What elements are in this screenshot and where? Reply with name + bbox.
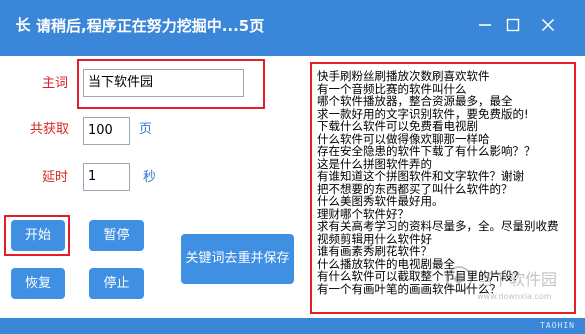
delay-input[interactable]: 1 bbox=[83, 163, 130, 191]
maximize-icon[interactable] bbox=[502, 14, 524, 36]
result-line: 什么美图秀软件最好用。 bbox=[317, 195, 444, 208]
dedupe-save-button[interactable]: 关键词去重并保存 bbox=[181, 234, 294, 284]
result-line: 哪个软件播放器，整合资源最多，最全 bbox=[317, 95, 513, 108]
result-line: 快手刷粉丝刷播放次数刷喜欢软件 bbox=[317, 70, 490, 83]
count-unit: 页 bbox=[139, 122, 153, 137]
pause-button[interactable]: 暂停 bbox=[89, 220, 144, 251]
result-line: 求一款好用的文字识别软件，要免费版的! bbox=[317, 107, 529, 120]
count-label: 共获取 bbox=[30, 122, 70, 137]
result-line: 有谁知道这个拼图软件和文字软件？谢谢 bbox=[317, 170, 524, 183]
delay-unit: 秒 bbox=[143, 170, 157, 185]
result-line: 求有关高考学习的资料尽量多，全。尽量别收费 bbox=[317, 220, 559, 233]
result-line: 理财哪个软件好？ bbox=[317, 207, 409, 220]
title-bar[interactable]: 长 请稍后,程序正在努力挖掘中...5页 bbox=[0, 0, 585, 56]
resume-button[interactable]: 恢复 bbox=[11, 268, 65, 299]
result-line: 有什么软件可以截取整个节目里的片段？ bbox=[317, 270, 524, 283]
count-input[interactable]: 100 bbox=[83, 117, 130, 145]
keyword-label: 主词 bbox=[42, 76, 69, 91]
result-line: 谁有画素秀刷花软件？ bbox=[317, 245, 432, 258]
status-tag: TAOHIN bbox=[540, 321, 575, 330]
result-line: 有一个有画叶笔的画画软件叫什么？ bbox=[317, 282, 501, 295]
close-icon[interactable] bbox=[537, 14, 559, 36]
keyword-input[interactable]: 当下软件园 bbox=[83, 69, 244, 97]
minimize-icon[interactable] bbox=[474, 14, 496, 36]
result-line: 什么软件可以做得像欢聊那一样哈 bbox=[317, 132, 490, 145]
result-line: 有一个音频比赛的软件叫什么 bbox=[317, 82, 467, 95]
status-bar: TAOHIN bbox=[0, 318, 585, 334]
result-line: 视频剪辑用什么软件好 bbox=[317, 232, 432, 245]
window-title: 请稍后,程序正在努力挖掘中...5页 bbox=[36, 17, 265, 35]
start-button[interactable]: 开始 bbox=[11, 220, 65, 251]
result-line: 下载什么软件可以免费看电视剧 bbox=[317, 120, 478, 133]
result-line: 存在安全隐患的软件下载了有什么影响？？ bbox=[317, 145, 536, 158]
app-window: 长 请稍后,程序正在努力挖掘中...5页 主词 当下软件园 共获取 100 页 … bbox=[0, 0, 585, 334]
delay-label: 延时 bbox=[42, 170, 69, 185]
result-line: 把不想要的东西都买了叫什么软件的？ bbox=[317, 182, 513, 195]
results-list: 快手刷粉丝刷播放次数刷喜欢软件 有一个音频比赛的软件叫什么 哪个软件播放器，整合资源… bbox=[317, 70, 570, 295]
result-line: 这是什么拼图软件弄的 bbox=[317, 157, 432, 170]
app-logo-icon: 长 bbox=[15, 16, 31, 34]
results-textarea[interactable]: 快手刷粉丝刷播放次数刷喜欢软件 有一个音频比赛的软件叫什么 哪个软件播放器，整合资源… bbox=[310, 62, 576, 314]
stop-button[interactable]: 停止 bbox=[89, 268, 144, 299]
result-line: 什么播放软件的电视剧最全 bbox=[317, 257, 455, 270]
